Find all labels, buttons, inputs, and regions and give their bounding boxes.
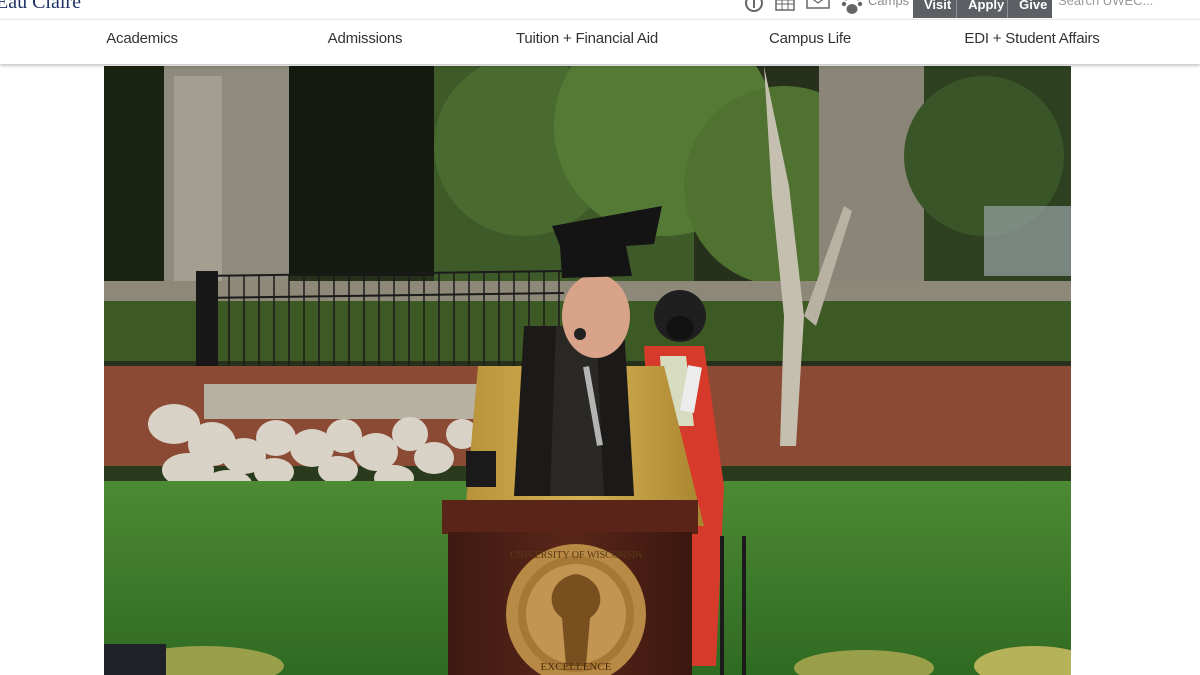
university-logo[interactable]: Eau Claire [0, 0, 81, 14]
seal-text: UNIVERSITY OF WISCONSIN [510, 550, 643, 561]
nav-item-edi-student-affairs[interactable]: EDI + Student Affairs [964, 30, 1099, 47]
give-button[interactable]: Give [1008, 0, 1052, 18]
commencement-video[interactable]: UNIVERSITY OF WISCONSIN EXCELLENCE [104, 66, 1071, 675]
camps-link[interactable]: Camps [868, 0, 909, 8]
seal-motto: EXCELLENCE [541, 661, 612, 673]
podium: UNIVERSITY OF WISCONSIN EXCELLENCE [442, 500, 698, 675]
nav-item-academics[interactable]: Academics [106, 30, 178, 47]
main-nav: Academics Admissions Tuition + Financial… [0, 19, 1200, 64]
apply-button[interactable]: Apply [957, 0, 1009, 18]
utility-icons [744, 0, 863, 15]
calendar-icon[interactable] [775, 0, 795, 11]
search-input[interactable]: Search UWEC... [1058, 0, 1200, 8]
nav-item-campus-life[interactable]: Campus Life [769, 30, 851, 47]
nav-item-tuition-financial-aid[interactable]: Tuition + Financial Aid [516, 30, 658, 47]
visit-button[interactable]: Visit [913, 0, 958, 18]
video-scene: UNIVERSITY OF WISCONSIN EXCELLENCE [104, 66, 1071, 675]
accessibility-icon[interactable] [744, 0, 764, 12]
nav-item-admissions[interactable]: Admissions [328, 30, 403, 47]
mail-icon[interactable] [806, 0, 830, 9]
paw-icon[interactable] [841, 0, 863, 15]
utility-buttons: Visit Apply Give [913, 0, 1052, 18]
dark-window [104, 66, 164, 286]
utility-bar: Eau Claire Camps Visit Apply Give Search… [0, 0, 1200, 19]
